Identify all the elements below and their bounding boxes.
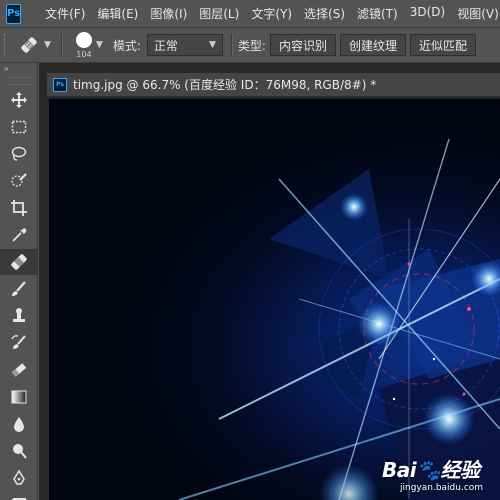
tool-crop[interactable] — [0, 195, 38, 221]
watermark-url: jingyan.baidu.com — [400, 483, 484, 493]
canvas-artwork — [178, 138, 500, 500]
type-label: 类型: — [237, 38, 266, 53]
type-proximity-match-button[interactable]: 近似匹配 — [409, 34, 476, 56]
tool-blur[interactable] — [0, 411, 38, 437]
tool-brush[interactable] — [0, 276, 38, 302]
mode-select-value: 正常 — [153, 38, 178, 53]
watermark-brand: Bai🐾经验 — [382, 458, 480, 482]
chevron-down-icon[interactable]: ▼ — [96, 40, 103, 50]
clone-stamp-icon — [13, 308, 25, 322]
tool-clone-stamp[interactable] — [0, 303, 38, 329]
brush-tip-icon — [75, 31, 92, 48]
eraser-icon — [11, 363, 27, 377]
brush-size-value: 104 — [76, 49, 92, 59]
baidu-watermark: Bai🐾经验 jingyan.baidu.com — [382, 454, 494, 494]
divider — [60, 34, 62, 56]
menu-item[interactable]: 文字(Y) — [245, 5, 298, 22]
type-icon — [12, 498, 26, 500]
menu-item[interactable]: 滤镜(T) — [351, 5, 404, 22]
lasso-icon — [11, 146, 27, 161]
dodge-icon — [13, 444, 27, 459]
chevron-down-icon: ▼ — [208, 40, 216, 50]
tool-marquee[interactable] — [0, 114, 38, 140]
document-file-icon: Ps — [53, 77, 67, 92]
brush-size-picker[interactable]: 104 — [75, 31, 92, 59]
mode-select[interactable]: 正常 ▼ — [146, 34, 223, 56]
options-bar: ▼ 104 ▼ 模式: 正常 ▼ 类型: 内容识别 创建纹理 近似匹配 — [0, 27, 500, 63]
type-create-texture-button[interactable]: 创建纹理 — [339, 34, 406, 56]
menu-item[interactable]: 图层(L) — [193, 5, 245, 22]
options-bar-grip[interactable] — [4, 34, 8, 56]
menu-item[interactable]: 文件(F) — [39, 5, 91, 22]
brush-icon — [12, 281, 26, 296]
healing-brush-icon — [21, 37, 37, 53]
menu-item[interactable]: 图像(I) — [144, 5, 193, 22]
spot-healing-brush-icon — [11, 254, 27, 270]
chevron-down-icon: ▼ — [44, 40, 51, 50]
document-area: Ps timg.jpg @ 66.7% (百度经验 ID：76M98, RGB/… — [39, 63, 500, 500]
history-brush-icon — [11, 335, 26, 349]
menu-item[interactable]: 3D(D) — [404, 5, 451, 22]
tool-lasso[interactable] — [0, 141, 38, 167]
tool-preset-picker[interactable]: ▼ — [18, 34, 51, 56]
tool-pen[interactable] — [0, 465, 38, 491]
crop-icon — [11, 200, 27, 216]
tool-gradient[interactable] — [0, 384, 38, 410]
document-tab[interactable]: Ps timg.jpg @ 66.7% (百度经验 ID：76M98, RGB/… — [47, 73, 500, 97]
mode-label: 模式: — [112, 38, 141, 53]
tool-type[interactable] — [0, 492, 38, 500]
tool-eyedropper[interactable] — [0, 222, 38, 248]
eyedropper-icon — [12, 228, 27, 242]
tool-move[interactable] — [0, 87, 38, 113]
panel-grip[interactable] — [6, 77, 31, 85]
quick-select-icon — [11, 173, 27, 187]
marquee-icon — [11, 120, 27, 134]
menu-item[interactable]: 选择(S) — [298, 5, 351, 22]
tool-dodge[interactable] — [0, 438, 38, 464]
tools-panel: » — [0, 63, 38, 500]
type-content-aware-button[interactable]: 内容识别 — [269, 34, 336, 56]
divider — [230, 34, 232, 56]
menu-bar: Ps 文件(F) 编辑(E) 图像(I) 图层(L) 文字(Y) 选择(S) 滤镜(T) 3D… — [0, 0, 500, 27]
gradient-icon — [11, 390, 27, 404]
menu-item[interactable]: 视图(V) — [451, 5, 500, 22]
tool-spot-healing-brush[interactable] — [0, 249, 38, 275]
menu-item[interactable]: 编辑(E) — [91, 5, 144, 22]
menu-items: 文件(F) 编辑(E) 图像(I) 图层(L) 文字(Y) 选择(S) 滤镜(T) 3D(D)… — [39, 5, 500, 22]
tool-quick-select[interactable] — [0, 168, 38, 194]
tool-eraser[interactable] — [0, 357, 38, 383]
blur-icon — [14, 417, 24, 432]
photoshop-logo-icon[interactable]: Ps — [6, 3, 22, 24]
document-canvas[interactable] — [49, 99, 500, 500]
move-icon — [11, 92, 27, 108]
panel-collapse-icon[interactable]: » — [0, 63, 37, 75]
tool-history-brush[interactable] — [0, 330, 38, 356]
pen-icon — [13, 469, 25, 485]
document-tab-title: timg.jpg @ 66.7% (百度经验 ID：76M98, RGB/8#)… — [73, 78, 377, 92]
